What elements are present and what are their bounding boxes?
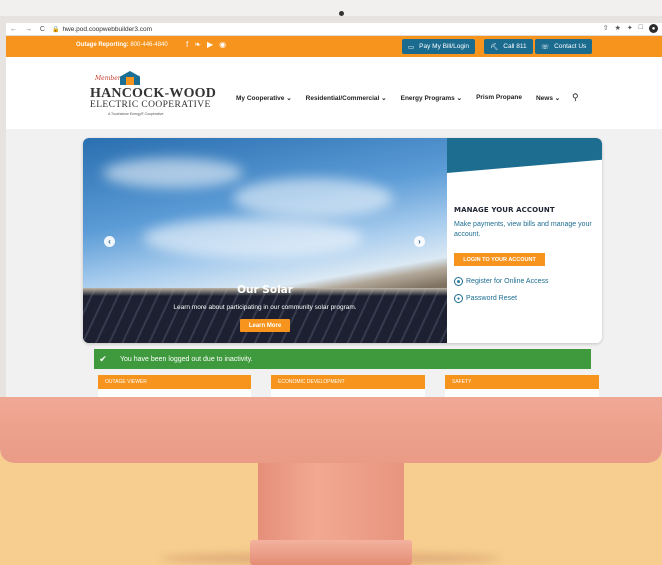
twitter-icon[interactable]: ❧ bbox=[194, 40, 201, 49]
monitor-chin bbox=[0, 397, 662, 463]
main-nav: My Cooperative ⌄ Residential/Commercial … bbox=[236, 94, 560, 102]
search-icon[interactable]: ⚲ bbox=[572, 92, 579, 103]
chevron-right-icon[interactable]: › bbox=[414, 236, 425, 247]
account-panel: MANAGE YOUR ACCOUNT Make payments, view … bbox=[447, 138, 602, 343]
cloud-shape bbox=[103, 158, 243, 188]
logout-alert: ✔ You have been logged out due to inacti… bbox=[94, 349, 591, 369]
utility-bar: Outage Reporting: 800-446-4840 f ❧ ▶ ◉ ▭… bbox=[6, 36, 662, 57]
hero-title: Our Solar bbox=[237, 284, 293, 296]
card-economic-development[interactable]: ECONOMIC DEVELOPMENT bbox=[271, 375, 425, 389]
checkmark-icon: ✔ bbox=[99, 353, 107, 364]
logo-line2: ELECTRIC COOPERATIVE bbox=[90, 100, 211, 110]
password-reset-link[interactable]: ● Password Reset bbox=[454, 294, 517, 303]
card-icon: ▭ bbox=[408, 43, 415, 51]
contact-us-label: Contact Us bbox=[554, 43, 587, 50]
url-text[interactable]: hwe.pod.coopwebbuilder3.com bbox=[62, 26, 152, 33]
outage-reporting: Outage Reporting: 800-446-4840 bbox=[76, 42, 168, 48]
cloud-shape bbox=[233, 178, 393, 218]
browser-extensions: ⇧ ★ ✦ □ ● bbox=[603, 24, 658, 33]
window-icon[interactable]: □ bbox=[639, 24, 643, 33]
youtube-icon[interactable]: ▶ bbox=[207, 40, 213, 49]
call-811-button[interactable]: ⛏ Call 811 bbox=[484, 39, 533, 54]
browser-screen: ← → C 🔒 hwe.pod.coopwebbuilder3.com ⇧ ★ … bbox=[6, 23, 662, 397]
account-band bbox=[447, 138, 602, 173]
card-body bbox=[271, 389, 425, 397]
nav-news[interactable]: News ⌄ bbox=[536, 94, 560, 102]
nav-prism-propane[interactable]: Prism Propane bbox=[476, 94, 522, 102]
card-safety[interactable]: SAFETY bbox=[445, 375, 599, 389]
browser-nav-buttons[interactable]: ← → C bbox=[6, 26, 48, 33]
monitor: ← → C 🔒 hwe.pod.coopwebbuilder3.com ⇧ ★ … bbox=[0, 0, 662, 463]
headset-icon: ☏ bbox=[541, 43, 550, 51]
logo-line3: A Touchstone Energy® Cooperative bbox=[108, 112, 164, 116]
lock-icon: 🔒 bbox=[51, 26, 60, 33]
monitor-stand-base bbox=[250, 540, 412, 565]
profile-icon[interactable]: ● bbox=[649, 24, 658, 33]
call-811-label: Call 811 bbox=[503, 43, 527, 50]
account-heading: MANAGE YOUR ACCOUNT bbox=[454, 206, 555, 214]
camera-icon bbox=[339, 11, 344, 16]
contact-us-button[interactable]: ☏ Contact Us bbox=[535, 39, 593, 54]
account-description: Make payments, view bills and manage you… bbox=[454, 221, 592, 238]
lock-icon: ● bbox=[454, 294, 463, 303]
solar-panels-image bbox=[83, 288, 447, 343]
outage-number[interactable]: 800-446-4840 bbox=[130, 42, 167, 48]
hero-slide: Our Solar Learn more about participating… bbox=[83, 138, 447, 343]
register-link[interactable]: ☻ Register for Online Access bbox=[454, 277, 548, 286]
share-icon[interactable]: ⇧ bbox=[603, 24, 609, 33]
site-logo[interactable]: Members First HANCOCK-WOOD ELECTRIC COOP… bbox=[90, 71, 216, 119]
learn-more-button[interactable]: Learn More bbox=[240, 319, 290, 332]
monitor-stand bbox=[258, 458, 404, 548]
login-button[interactable]: LOGIN TO YOUR ACCOUNT bbox=[454, 253, 545, 266]
cloud-shape bbox=[143, 218, 363, 258]
hero-description: Learn more about participating in our co… bbox=[173, 304, 357, 311]
puzzle-icon[interactable]: ✦ bbox=[627, 24, 633, 33]
card-body bbox=[98, 389, 251, 397]
nav-my-cooperative[interactable]: My Cooperative ⌄ bbox=[236, 94, 292, 102]
user-icon: ☻ bbox=[454, 277, 463, 286]
alert-message: You have been logged out due to inactivi… bbox=[120, 355, 253, 363]
house-icon bbox=[120, 71, 140, 85]
outage-label: Outage Reporting: bbox=[76, 42, 129, 48]
address-bar[interactable]: ← → C 🔒 hwe.pod.coopwebbuilder3.com ⇧ ★ … bbox=[6, 23, 662, 36]
monitor-bezel bbox=[0, 0, 662, 16]
facebook-icon[interactable]: f bbox=[186, 40, 188, 49]
hero-section: Our Solar Learn more about participating… bbox=[83, 138, 602, 343]
password-reset-label: Password Reset bbox=[466, 295, 517, 302]
site-header: Members First HANCOCK-WOOD ELECTRIC COOP… bbox=[6, 57, 662, 129]
social-links: f ❧ ▶ ◉ bbox=[186, 40, 226, 49]
card-body bbox=[445, 389, 599, 397]
register-label: Register for Online Access bbox=[466, 278, 549, 285]
pay-bill-label: Pay My Bill/Login bbox=[419, 43, 470, 50]
pay-bill-button[interactable]: ▭ Pay My Bill/Login bbox=[402, 39, 476, 54]
card-outage-viewer[interactable]: OUTAGE VIEWER bbox=[98, 375, 251, 389]
shovel-icon: ⛏ bbox=[490, 43, 499, 51]
instagram-icon[interactable]: ◉ bbox=[219, 40, 226, 49]
quick-links: OUTAGE VIEWER ECONOMIC DEVELOPMENT SAFET… bbox=[98, 375, 599, 389]
chevron-left-icon[interactable]: ‹ bbox=[104, 236, 115, 247]
nav-energy-programs[interactable]: Energy Programs ⌄ bbox=[401, 94, 462, 102]
nav-residential-commercial[interactable]: Residential/Commercial ⌄ bbox=[306, 94, 387, 102]
star-icon[interactable]: ★ bbox=[615, 24, 621, 33]
